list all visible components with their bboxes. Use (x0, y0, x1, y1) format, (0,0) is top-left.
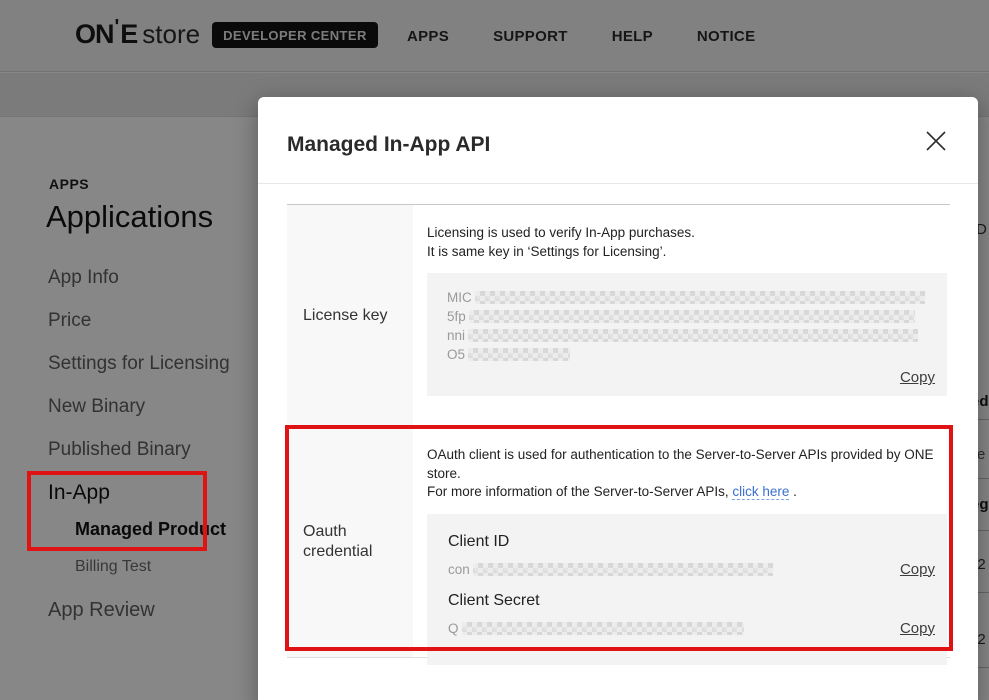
client-secret-value-row: Q Copy (448, 619, 935, 638)
oauth-credential-content: OAuth client is used for authentication … (413, 427, 950, 665)
oauth-credential-box: Client ID con Copy Client Secret Q Copy (427, 513, 947, 665)
license-key-value-line: O5 (447, 345, 935, 364)
client-secret-value: Q (448, 619, 900, 638)
blurred-license-key (474, 291, 925, 304)
modal-body: License key Licensing is used to verify … (258, 184, 978, 665)
oauth-credential-label: Oauth credential (287, 427, 413, 657)
managed-in-app-api-modal: Managed In-App API License key Licensing… (258, 97, 978, 700)
license-key-value-line: MIC (447, 288, 935, 307)
close-x-glyph (926, 131, 946, 151)
license-key-row: License key Licensing is used to verify … (287, 205, 950, 427)
blurred-license-key (468, 329, 919, 342)
client-secret-heading: Client Secret (448, 591, 540, 609)
oauth-description-line2: For more information of the Server-to-Se… (427, 484, 797, 500)
client-secret-copy-button[interactable]: Copy (900, 620, 935, 637)
client-id-value: con (448, 560, 900, 579)
license-key-label: License key (287, 205, 413, 426)
license-key-value-line: 5fp (447, 307, 935, 326)
modal-title: Managed In-App API (287, 133, 491, 156)
client-id-copy-button[interactable]: Copy (900, 561, 935, 578)
license-description-line2: It is same key in ‘Settings for Licensin… (427, 243, 667, 259)
license-copy-row: Copy (447, 369, 935, 387)
license-key-value-line: nni (447, 326, 935, 345)
client-id-value-row: con Copy (448, 560, 935, 579)
blurred-license-key (468, 348, 571, 361)
oauth-credential-row: Oauth credential OAuth client is used fo… (287, 427, 950, 665)
click-here-link[interactable]: click here (732, 484, 790, 500)
blurred-license-key (468, 310, 915, 323)
license-copy-button[interactable]: Copy (900, 369, 935, 386)
license-key-box: MIC 5fp nni O5 Copy (427, 273, 947, 396)
modal-header: Managed In-App API (258, 97, 978, 184)
blurred-client-id (472, 562, 773, 576)
api-info-table: License key Licensing is used to verify … (287, 204, 950, 665)
close-icon[interactable] (922, 127, 950, 155)
oauth-description-line1: OAuth client is used for authentication … (427, 447, 934, 481)
client-id-heading: Client ID (448, 532, 510, 550)
license-description-line1: Licensing is used to verify In-App purch… (427, 225, 695, 240)
license-key-content: Licensing is used to verify In-App purch… (413, 205, 950, 426)
blurred-client-secret (461, 621, 744, 635)
